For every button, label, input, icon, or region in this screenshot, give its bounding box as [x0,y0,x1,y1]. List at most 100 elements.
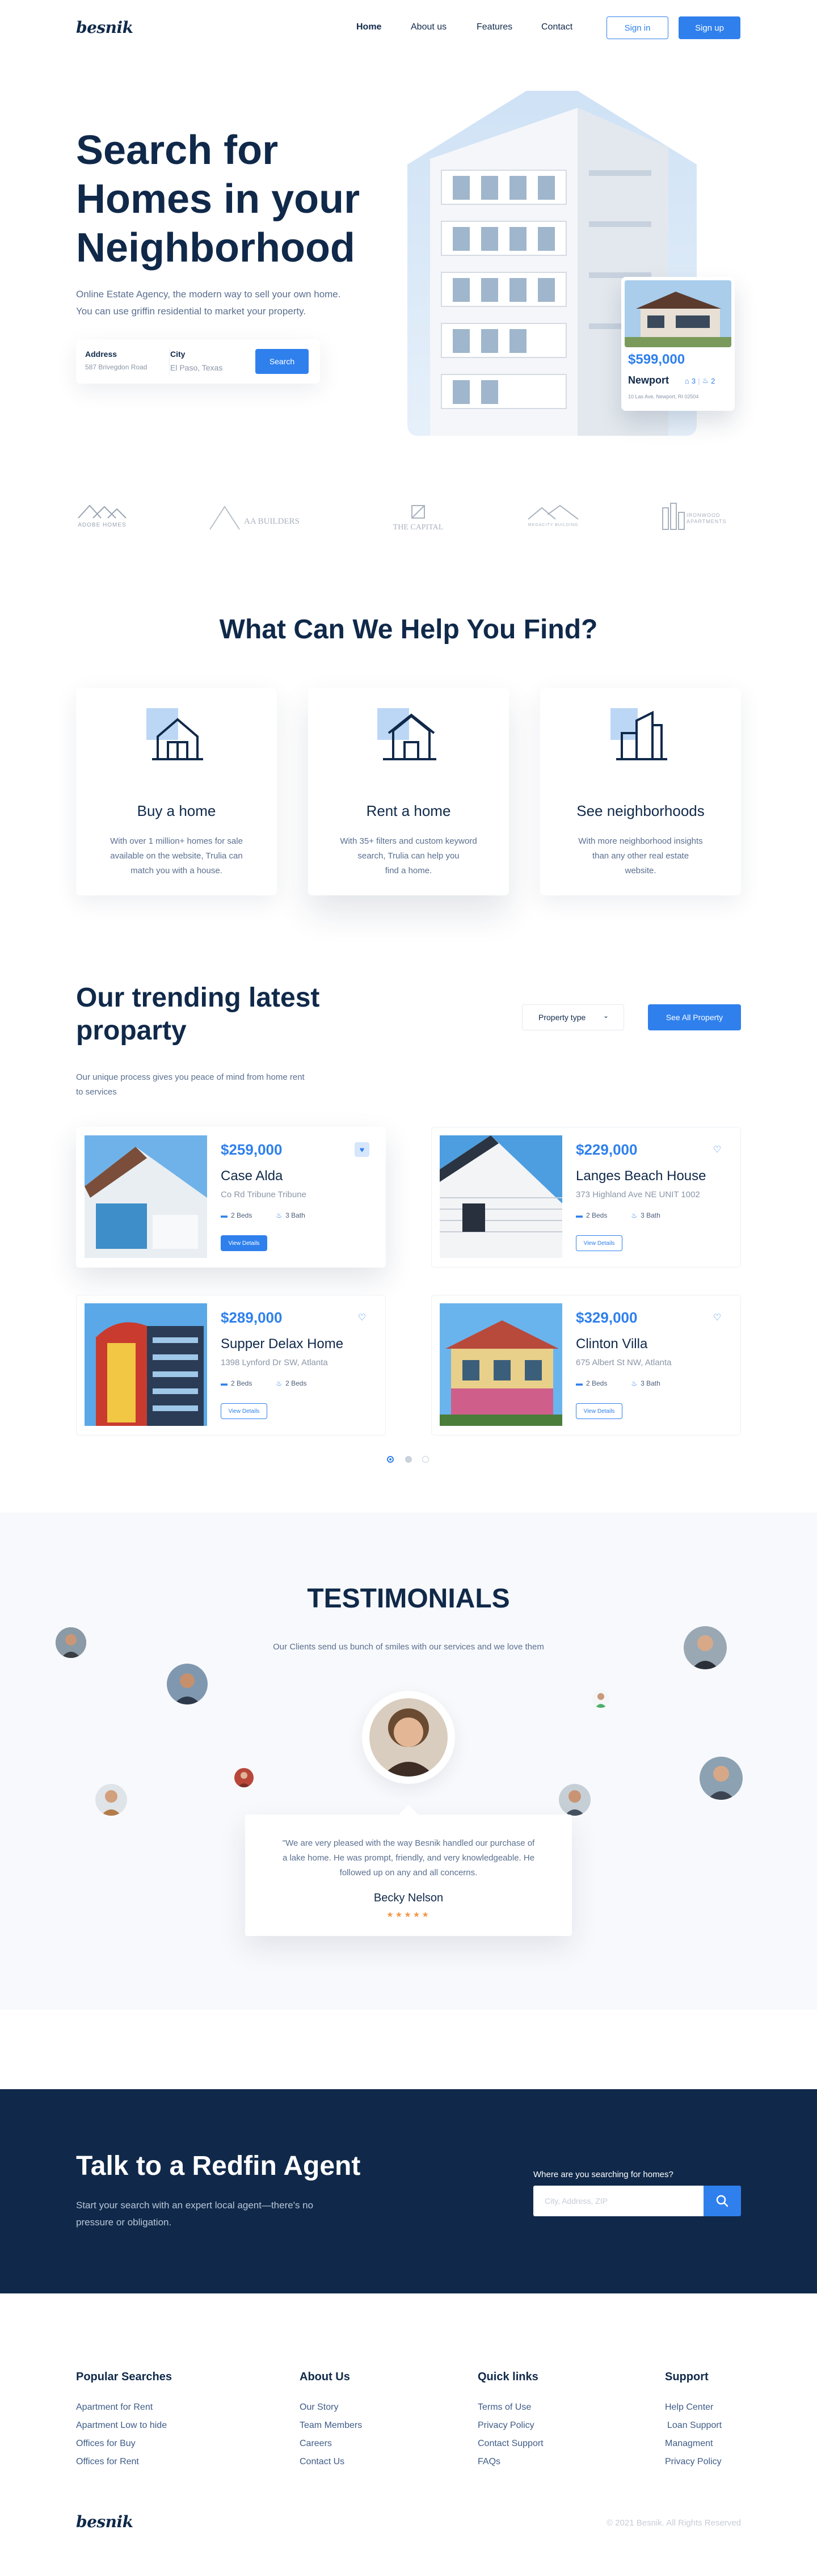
sign-in-button[interactable]: Sign in [607,16,668,39]
property-card[interactable]: $289,000 Supper Delax Home 1398 Lynford … [76,1295,386,1436]
client-avatar[interactable] [234,1768,254,1787]
property-address: 675 Albert St NW, Atlanta [576,1358,672,1367]
address-field[interactable]: 587 Brivegdon Road [85,363,147,371]
baths-label: 3 Bath [285,1211,305,1219]
client-avatar[interactable] [56,1627,86,1658]
property-card[interactable]: $329,000 Clinton Villa 675 Albert St NW,… [431,1295,741,1436]
bath-icon: ♨ [702,376,709,385]
view-details-button[interactable]: View Details [221,1403,267,1419]
client-avatar[interactable] [592,1690,610,1708]
baths-label: 3 Bath [641,1211,660,1219]
footer-link[interactable]: Careers [300,2439,332,2449]
help-card-title: Buy a home [137,802,216,819]
footer-logo[interactable]: besnik [76,2512,133,2531]
footer-link[interactable]: Privacy Policy [665,2457,722,2467]
agent-desc: Start your search with an expert local a… [76,2197,313,2231]
bath-icon: ♨ [631,1211,638,1219]
footer-col-title: Support [665,2371,709,2383]
nav-home[interactable]: Home [356,22,381,32]
listing-name: Newport [628,374,669,386]
property-type-select[interactable]: Property type ⌄ [522,1004,624,1030]
address-label: Address [85,350,117,359]
favorite-icon[interactable]: ♡ [710,1310,725,1325]
desc-line: to services [76,1087,117,1097]
desc-line: With more neighborhood insights [578,836,703,846]
agent-search-input[interactable]: City, Address, ZIP [533,2186,705,2216]
nav-about[interactable]: About us [411,22,462,32]
trending-title: Our trending latest proparty [76,982,319,1047]
logo[interactable]: besnik [76,18,133,37]
hero-title-line: Search for [76,128,279,173]
client-avatar[interactable] [559,1784,591,1816]
footer-col-popular: Popular Searches Apartment for Rent Apar… [76,2371,172,2466]
property-card[interactable]: $229,000 Langes Beach House 373 Highland… [431,1127,741,1268]
help-card-desc: With over 1 million+ homes for sale avail… [76,834,277,878]
property-card[interactable]: $259,000 Case Alda Co Rd Tribune Tribune… [76,1127,386,1268]
help-card-title: Rent a home [366,802,451,819]
property-photo [85,1135,207,1258]
search-icon[interactable] [704,2186,741,2216]
footer-link[interactable]: Offices for Rent [76,2457,139,2467]
listing-price: $599,000 [628,352,685,367]
featured-client-avatar [369,1698,448,1777]
view-details-button[interactable]: View Details [576,1403,622,1419]
footer-link[interactable]: Privacy Policy [478,2421,534,2431]
favorite-icon[interactable]: ♡ [355,1310,369,1325]
hero-subtitle-line: You can use griffin residential to marke… [76,306,306,317]
pagination-dot[interactable] [422,1456,429,1463]
desc-line: Our unique process gives you peace of mi… [76,1072,305,1082]
footer-col-support: Support Help Center Loan Support Managme… [665,2371,722,2466]
view-details-button[interactable]: View Details [576,1235,622,1251]
view-details-button[interactable]: View Details [221,1235,267,1251]
testimonial-quote: "We are very pleased with the way Besnik… [245,1836,572,1880]
search-button[interactable]: Search [255,349,309,374]
footer-link[interactable]: Help Center [665,2402,713,2413]
footer-link[interactable]: Apartment for Rent [76,2402,153,2413]
client-avatar[interactable] [700,1757,743,1800]
sign-up-button[interactable]: Sign up [679,16,740,39]
client-avatar[interactable] [684,1626,727,1669]
property-meta: ▬ 2 Beds ♨ 3 Bath [221,1211,305,1219]
property-name: Case Alda [221,1168,283,1184]
footer-link[interactable]: Offices for Buy [76,2439,136,2449]
footer-link[interactable]: Loan Support [667,2421,722,2431]
hero-subtitle: Online Estate Agency, the modern way to … [76,286,341,320]
property-price: $229,000 [576,1141,638,1158]
nav-contact[interactable]: Contact [541,22,587,32]
favorite-icon[interactable]: ♡ [710,1142,725,1157]
help-card-rent[interactable]: Rent a home With 35+ filters and custom … [308,688,509,895]
footer-link[interactable]: FAQs [478,2457,500,2467]
property-photo [85,1303,207,1426]
select-value: Property type [538,1013,586,1022]
bath-icon: ♨ [276,1379,283,1387]
desc-line: match you with a house. [130,866,222,875]
help-card-neighborhoods[interactable]: See neighborhoods With more neighborhood… [540,688,741,895]
hero-listing-card[interactable]: $599,000 Newport ⌂ 3 | ♨ 2 10 Las Ave, New… [621,277,735,411]
pagination-dot[interactable] [405,1456,412,1463]
client-avatar[interactable] [95,1784,127,1816]
footer-col-title: Popular Searches [76,2371,172,2383]
footer-link[interactable]: Managment [665,2439,713,2449]
hero-title: Search for Homes in your Neighborhood [76,126,360,272]
copyright: © 2021 Besnik. All Rights Reserved [606,2518,741,2528]
footer-link[interactable]: Team Members [300,2421,362,2431]
city-field[interactable]: El Paso, Texas [170,363,222,372]
favorite-icon[interactable]: ♥ [355,1142,369,1157]
client-avatar[interactable] [167,1664,208,1704]
footer-link[interactable]: Contact Us [300,2457,344,2467]
desc-line: search, Trulia can help you [357,851,460,861]
footer-link[interactable]: Our Story [300,2402,338,2413]
footer-link[interactable]: Apartment Low to hide [76,2421,167,2431]
footer-link[interactable]: Terms of Use [478,2402,531,2413]
property-name: Langes Beach House [576,1168,706,1184]
quote-line: a lake home. He was prompt, friendly, an… [282,1853,535,1863]
beds-label: 2 Beds [231,1379,252,1387]
hero-title-line: Neighborhood [76,225,355,271]
help-card-buy[interactable]: Buy a home With over 1 million+ homes fo… [76,688,277,895]
footer-link[interactable]: Contact Support [478,2439,544,2449]
beds-count: 3 [691,376,696,385]
pagination-dot-active[interactable] [387,1456,394,1463]
see-all-property-button[interactable]: See All Property [648,1004,741,1030]
nav-features[interactable]: Features [477,22,528,32]
footer-col-title: About Us [300,2371,350,2383]
